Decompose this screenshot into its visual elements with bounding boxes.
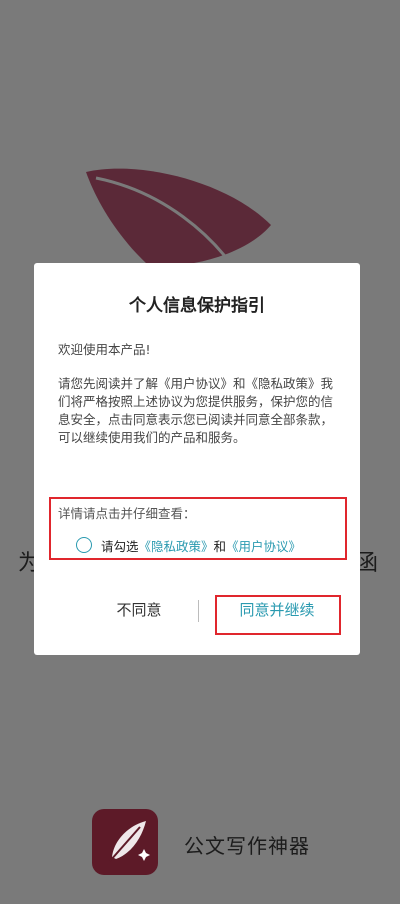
disagree-button[interactable]: 不同意: [84, 597, 194, 623]
detail-hint: 详情请点击并仔细查看：: [58, 506, 196, 521]
button-divider: [198, 600, 199, 622]
consent-and: 和: [213, 538, 227, 554]
welcome-text: 欢迎使用本产品!: [58, 342, 151, 357]
radio-unchecked-icon[interactable]: [76, 537, 92, 553]
consent-prefix: 请勾选: [101, 538, 139, 554]
user-agreement-link[interactable]: 《用户协议》: [226, 536, 301, 555]
agreement-description: 请您先阅读并了解《用户协议》和《隐私政策》我们将严格按照上述协议为您提供服务，保…: [58, 376, 334, 445]
privacy-guide-dialog: 个人信息保护指引 欢迎使用本产品! 请您先阅读并了解《用户协议》和《隐私政策》我…: [34, 263, 360, 655]
agree-continue-button[interactable]: 同意并继续: [215, 597, 339, 623]
splash-footer: 公文写作神器: [0, 792, 400, 904]
privacy-policy-link[interactable]: 《隐私政策》: [139, 536, 214, 555]
dialog-title: 个人信息保护指引: [129, 296, 265, 316]
consent-row: 请勾选 《隐私政策》 和 《用户协议》: [76, 534, 301, 556]
app-logo-icon: [92, 809, 158, 875]
app-name: 公文写作神器: [184, 834, 310, 858]
